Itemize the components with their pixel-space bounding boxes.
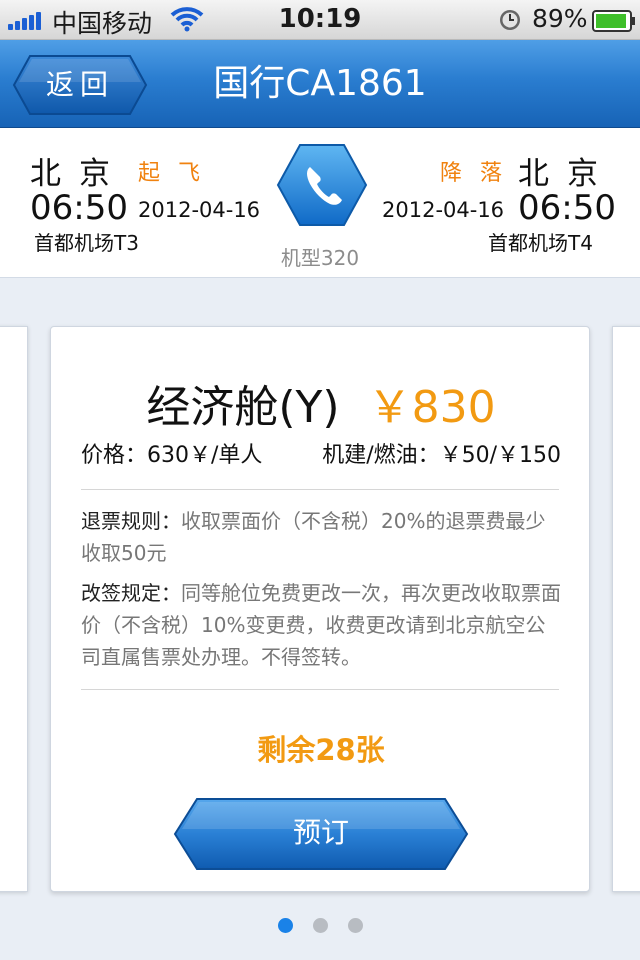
previous-fare-card[interactable]: [0, 326, 28, 892]
page-dot-1[interactable]: [277, 918, 293, 933]
call-button[interactable]: [276, 142, 368, 228]
alarm-icon: [500, 10, 520, 30]
cabin-header: 经济舱(Y) ￥830: [51, 371, 591, 435]
battery-percent: 89%: [532, 4, 588, 33]
aircraft-type: 机型320: [280, 246, 360, 270]
flight-summary: 北京 起飞 06:50 2012-04-16 首都机场T3 机型320 降落 北…: [0, 128, 640, 278]
next-fare-card[interactable]: [612, 326, 640, 892]
cabin-class: 经济舱(Y): [146, 382, 340, 433]
book-label: 预订: [292, 816, 349, 849]
page-title: 国行CA1861: [213, 63, 427, 104]
departure-airport: 首都机场T3: [34, 231, 139, 255]
departure-time: 06:50: [30, 188, 128, 228]
arrival-date: 2012-04-16: [382, 198, 505, 222]
departure-city: 北京: [30, 156, 128, 192]
page-indicator[interactable]: [0, 918, 640, 934]
taxes: 机建/燃油：￥50/￥150: [322, 443, 561, 468]
book-button[interactable]: 预订: [173, 797, 469, 871]
battery-icon: [592, 10, 635, 32]
divider: [81, 489, 559, 490]
base-price: 价格：630￥/单人: [81, 443, 263, 468]
page-dot-2[interactable]: [312, 918, 328, 933]
tickets-remaining: 剩余28张: [257, 733, 385, 767]
nav-bar: 返回 国行CA1861: [0, 40, 640, 128]
back-label: 返回: [45, 68, 114, 101]
departure-tag: 起飞: [138, 161, 219, 186]
page-dot-3[interactable]: [347, 918, 363, 933]
refund-label: 退票规则：: [81, 509, 181, 533]
refund-rule: 退票规则：收取票面价（不含税）20%的退票费最少收取50元: [81, 505, 565, 569]
divider: [81, 689, 559, 690]
change-rule: 改签规定：同等舱位免费更改一次，再次更改收取票面价（不含税）10%变更费，收费更…: [81, 577, 565, 673]
fare-card: 经济舱(Y) ￥830 价格：630￥/单人 机建/燃油：￥50/￥150 退票…: [50, 326, 590, 892]
status-bar: 中国移动 10:19 89%: [0, 0, 640, 40]
phone-icon: [276, 144, 368, 226]
departure-date: 2012-04-16: [138, 198, 261, 222]
change-label: 改签规定：: [81, 581, 181, 605]
arrival-city: 北京: [518, 156, 616, 192]
back-button[interactable]: 返回: [12, 54, 148, 116]
price-breakdown: 价格：630￥/单人 机建/燃油：￥50/￥150: [81, 439, 561, 473]
arrival-time: 06:50: [518, 188, 616, 228]
total-price: ￥830: [367, 382, 496, 433]
arrival-tag: 降落: [440, 161, 521, 186]
arrival-airport: 首都机场T4: [488, 231, 593, 255]
